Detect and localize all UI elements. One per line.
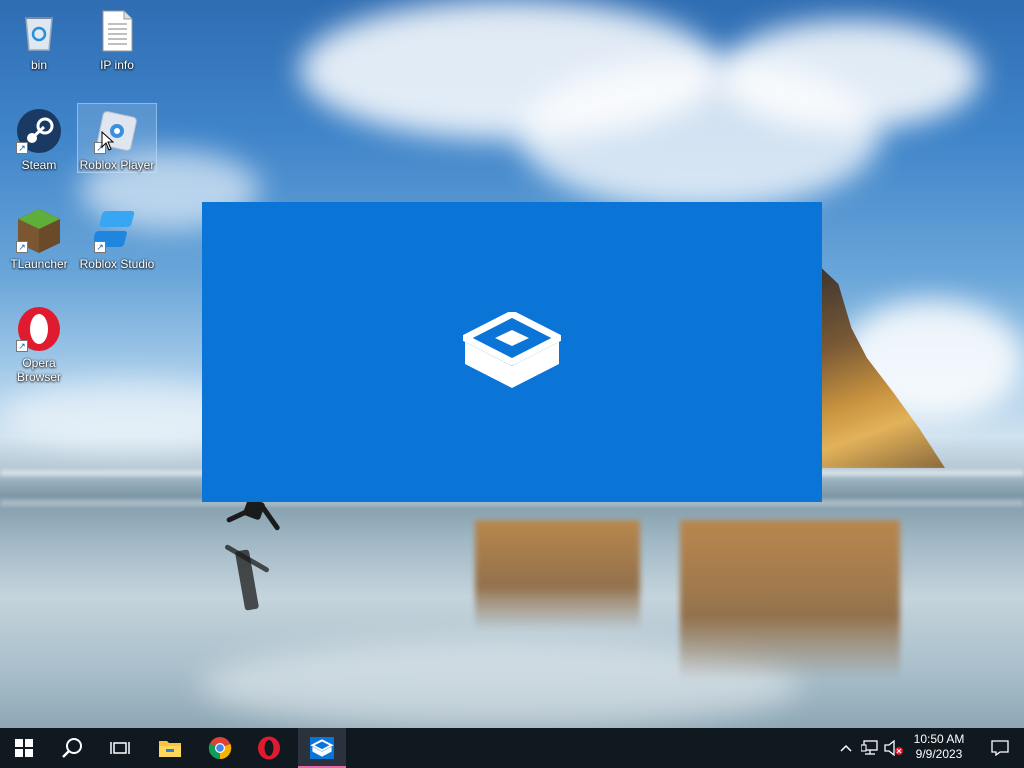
desktop-icon-label: Roblox Studio [79, 257, 155, 271]
desktop-icon-label: bin [30, 58, 47, 72]
opera-icon [258, 736, 280, 760]
desktop-icon-ip-info[interactable]: IP info [78, 4, 156, 72]
shortcut-arrow-icon: ↗ [94, 241, 106, 253]
recycle-bin-icon [16, 8, 62, 54]
text-file-icon [94, 8, 140, 54]
folder-icon [159, 741, 181, 757]
shortcut-arrow-icon: ↗ [16, 340, 28, 352]
windows-logo-icon [15, 739, 33, 757]
taskbar-windows-sandbox[interactable] [298, 728, 346, 768]
clock-date: 9/9/2023 [915, 747, 963, 761]
desktop-icon-tlauncher[interactable]: ↗ TLauncher [0, 203, 78, 271]
network-icon [861, 740, 878, 755]
opera-icon: ↗ [16, 306, 62, 352]
desktop-icon-label: IP info [100, 58, 134, 72]
taskbar-file-explorer[interactable] [146, 728, 194, 768]
desktop-icon-roblox-studio[interactable]: ↗ Roblox Studio [78, 203, 156, 271]
search-icon [62, 738, 82, 758]
desktop-icon-label: TLauncher [10, 257, 68, 271]
chrome-icon [208, 737, 232, 760]
roblox-studio-icon: ↗ [91, 207, 140, 253]
volume-muted-icon [884, 740, 903, 756]
search-button[interactable] [48, 728, 96, 768]
desktop-icon-label: Opera Browser [16, 356, 61, 384]
shortcut-arrow-icon: ↗ [16, 241, 28, 253]
desktop-icon-roblox-player[interactable]: ↗ Roblox Player [77, 103, 157, 173]
chevron-up-icon [840, 744, 852, 752]
task-view-icon [110, 742, 130, 754]
notification-icon [991, 740, 1009, 756]
shortcut-arrow-icon: ↗ [16, 142, 28, 154]
desktop-icon-label: Steam [21, 158, 57, 172]
volume-button[interactable] [882, 728, 906, 768]
tlauncher-icon: ↗ [16, 207, 62, 253]
tray-overflow-button[interactable] [836, 728, 856, 768]
clock-time: 10:50 AM [913, 732, 965, 746]
desktop-icon-steam[interactable]: ↗ Steam [0, 104, 78, 172]
windows-sandbox-splash [202, 202, 822, 502]
action-center-button[interactable] [976, 728, 1024, 768]
taskbar-opera[interactable] [245, 728, 293, 768]
task-view-button[interactable] [96, 728, 144, 768]
taskbar-chrome[interactable] [196, 728, 244, 768]
desktop-icon-opera[interactable]: ↗ Opera Browser [0, 302, 78, 384]
clock[interactable]: 10:50 AM 9/9/2023 [908, 732, 970, 762]
taskbar: 10:50 AM 9/9/2023 [0, 728, 1024, 768]
network-button[interactable] [858, 728, 882, 768]
desktop-icon-label: Roblox Player [79, 158, 155, 172]
sandbox-box-icon [463, 312, 561, 388]
start-button[interactable] [0, 728, 48, 768]
mouse-cursor-icon [101, 131, 115, 151]
sandbox-box-icon [310, 737, 334, 759]
desktop[interactable]: bin IP info ↗ Steam ↗ Roblox Player ↗ TL… [0, 0, 1024, 728]
desktop-icon-bin[interactable]: bin [0, 4, 78, 72]
steam-icon: ↗ [16, 108, 62, 154]
